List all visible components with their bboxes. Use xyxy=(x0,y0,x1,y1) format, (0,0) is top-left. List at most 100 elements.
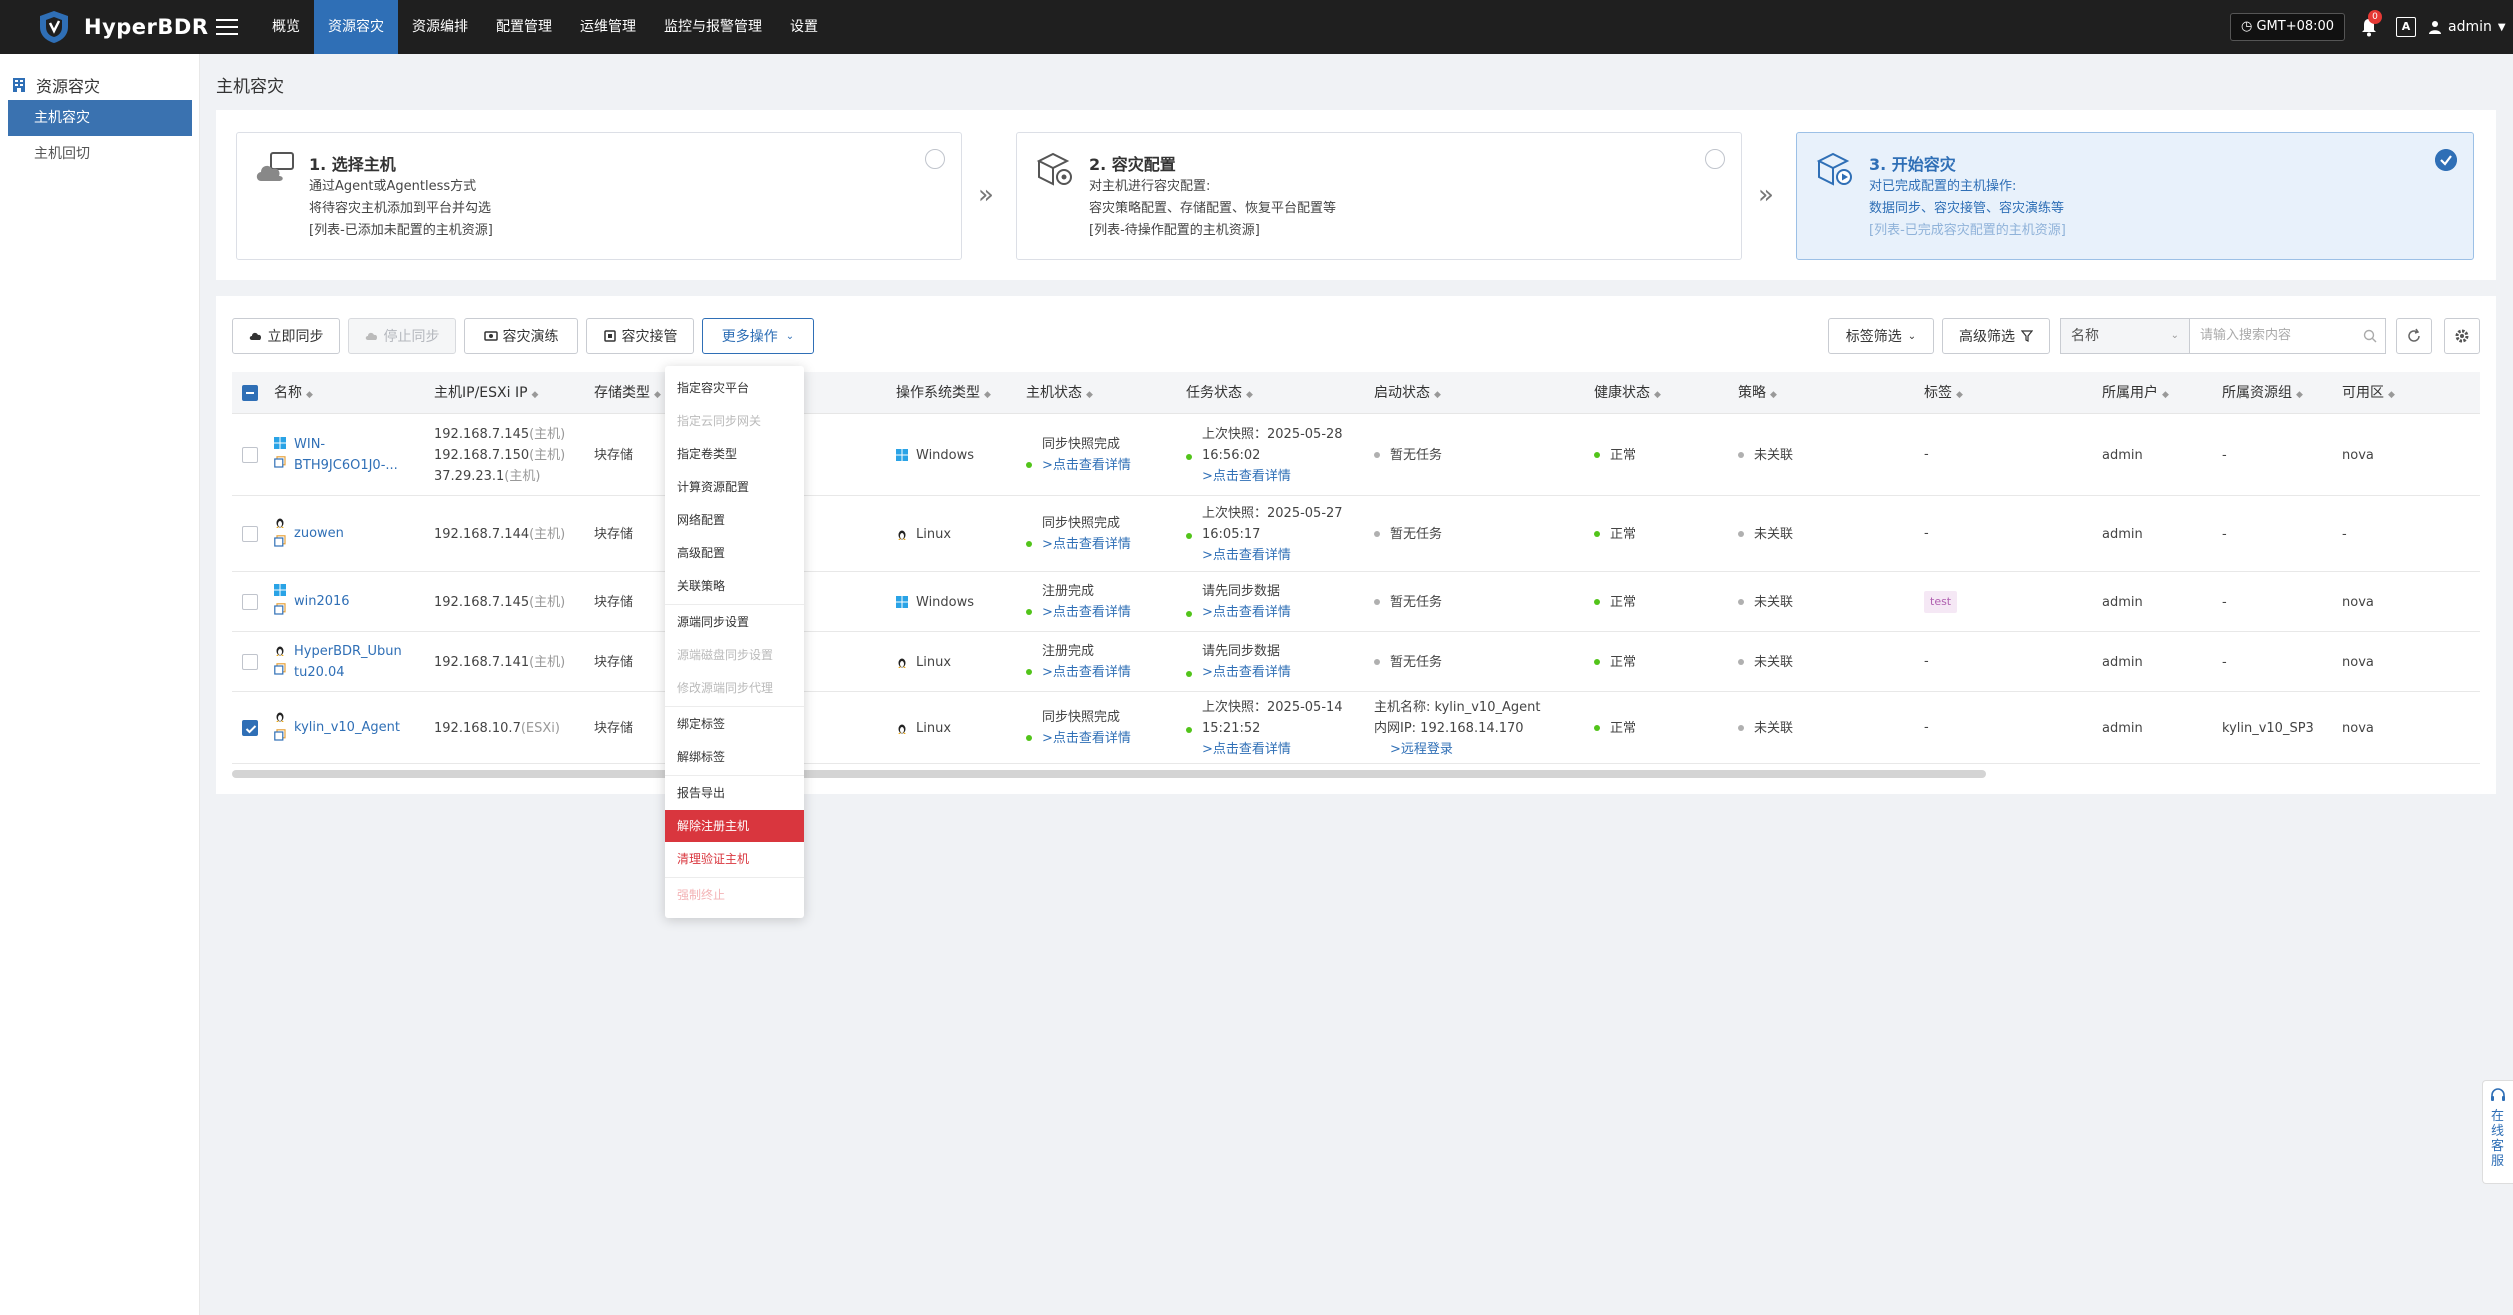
host-name-line[interactable]: WIN- xyxy=(294,434,398,455)
menu-item[interactable]: 源端磁盘同步设置 xyxy=(665,639,804,671)
host-name-line[interactable]: win2016 xyxy=(294,591,350,612)
host-status-link-text[interactable]: >点击查看详情 xyxy=(1042,605,1131,620)
tag-badge[interactable]: test xyxy=(1924,591,1958,613)
nav-settings[interactable]: 设置 xyxy=(776,0,832,54)
search-input[interactable]: 请输入搜索内容 xyxy=(2190,318,2386,354)
column-header[interactable]: 任务状态 ◆ xyxy=(1186,372,1253,414)
sidebar-item-host-failback[interactable]: 主机回切 xyxy=(8,136,192,172)
more-actions-button[interactable]: 更多操作 ⌄ xyxy=(702,318,814,354)
table-row[interactable]: zuowen 192.168.7.144(主机) 块存储 Linux 同步快照完成 >点击… xyxy=(232,496,2480,572)
menu-item[interactable]: 清理验证主机 xyxy=(665,843,804,875)
menu-item[interactable]: 修改源端同步代理 xyxy=(665,672,804,704)
menu-item[interactable]: 高级配置 xyxy=(665,537,804,569)
nav-ops-management[interactable]: 运维管理 xyxy=(566,0,650,54)
host-status-link-text[interactable]: >点击查看详情 xyxy=(1042,537,1131,552)
host-status-link-text[interactable]: >点击查看详情 xyxy=(1042,731,1131,746)
column-header[interactable]: 主机状态 ◆ xyxy=(1026,372,1093,414)
table-row[interactable]: win2016 192.168.7.145(主机) 块存储 Windows 注册完成 >点… xyxy=(232,572,2480,632)
user-menu[interactable]: admin ▼ xyxy=(2428,16,2506,38)
app-logo[interactable]: HyperBDR xyxy=(36,10,209,44)
tag-filter-button[interactable]: 标签筛选 ⌄ xyxy=(1828,318,1934,354)
table-row[interactable]: kylin_v10_Agent 192.168.10.7(ESXi) 块存储 Linu… xyxy=(232,692,2480,764)
host-name-link[interactable]: win2016 xyxy=(294,591,350,612)
search-field-select[interactable]: 名称 ⌄ xyxy=(2060,318,2190,354)
column-header[interactable]: 名称 ◆ xyxy=(274,372,313,414)
step-start-dr[interactable]: 3. 开始容灾 对已完成配置的主机操作: 数据同步、容灾接管、容灾演练等 [列表… xyxy=(1796,132,2474,260)
column-header[interactable]: 启动状态 ◆ xyxy=(1374,372,1441,414)
host-status-detail-link[interactable]: >点击查看详情 xyxy=(1026,728,1131,749)
nav-monitoring-alerts[interactable]: 监控与报警管理 xyxy=(650,0,776,54)
refresh-button[interactable] xyxy=(2396,318,2432,354)
menu-item[interactable]: 解除注册主机 xyxy=(665,810,804,842)
font-size-icon[interactable]: A xyxy=(2396,17,2416,37)
remote-login-link[interactable]: >远程登录 xyxy=(1374,739,1540,760)
menu-item[interactable]: 指定云同步网关 xyxy=(665,405,804,437)
menu-item[interactable]: 关联策略 xyxy=(665,570,804,602)
timezone-selector[interactable]: ◷ GMT+08:00 xyxy=(2230,13,2346,41)
select-all-checkbox[interactable] xyxy=(242,385,258,401)
step-select-host[interactable]: 1. 选择主机 通过Agent或Agentless方式 将待容灾主机添加到平台并… xyxy=(236,132,962,260)
menu-toggle-icon[interactable] xyxy=(214,14,240,40)
step-dr-config[interactable]: 2. 容灾配置 对主机进行容灾配置: 容灾策略配置、存储配置、恢复平台配置等 [… xyxy=(1016,132,1742,260)
horizontal-scrollbar[interactable] xyxy=(232,770,1986,778)
menu-item[interactable]: 指定容灾平台 xyxy=(665,372,804,404)
host-status-detail-link[interactable]: >点击查看详情 xyxy=(1026,602,1131,623)
column-header[interactable]: 主机IP/ESXi IP ◆ xyxy=(434,372,538,414)
host-name-line[interactable]: zuowen xyxy=(294,523,344,544)
host-status-detail-link[interactable]: >点击查看详情 xyxy=(1026,534,1131,555)
host-name-line[interactable]: BTH9JC6O1J0-... xyxy=(294,455,398,476)
column-header[interactable]: 可用区 ◆ xyxy=(2342,372,2395,414)
column-header[interactable]: 健康状态 ◆ xyxy=(1594,372,1661,414)
host-name-line[interactable]: HyperBDR_Ubun xyxy=(294,641,402,662)
task-detail-link[interactable]: >点击查看详情 xyxy=(1186,466,1343,487)
menu-item[interactable]: 解绑标签 xyxy=(665,741,804,773)
task-detail-link[interactable]: >点击查看详情 xyxy=(1186,739,1343,760)
stop-sync-button[interactable]: 停止同步 xyxy=(348,318,456,354)
menu-item[interactable]: 指定卷类型 xyxy=(665,438,804,470)
column-header[interactable]: 所属用户 ◆ xyxy=(2102,372,2169,414)
nav-resource-orchestration[interactable]: 资源编排 xyxy=(398,0,482,54)
table-settings-button[interactable] xyxy=(2444,318,2480,354)
check-circle-icon[interactable] xyxy=(2435,149,2457,171)
task-detail-link[interactable]: >点击查看详情 xyxy=(1186,602,1291,623)
sidebar-item-host-dr[interactable]: 主机容灾 xyxy=(8,100,192,136)
nav-overview[interactable]: 概览 xyxy=(258,0,314,54)
dr-drill-button[interactable]: 容灾演练 xyxy=(464,318,578,354)
task-detail-link[interactable]: >点击查看详情 xyxy=(1186,545,1343,566)
row-checkbox[interactable] xyxy=(242,720,258,736)
row-checkbox[interactable] xyxy=(242,594,258,610)
menu-item[interactable]: 强制终止 xyxy=(665,879,804,911)
host-status-link-text[interactable]: >点击查看详情 xyxy=(1042,665,1131,680)
step-radio[interactable] xyxy=(925,149,945,169)
menu-item[interactable]: 报告导出 xyxy=(665,777,804,809)
nav-resource-dr[interactable]: 资源容灾 xyxy=(314,0,398,54)
table-row[interactable]: HyperBDR_Ubun tu20.04 192.168.7.141(主机) 块存储… xyxy=(232,632,2480,692)
column-header[interactable]: 操作系统类型 ◆ xyxy=(896,372,991,414)
task-detail-link[interactable]: >点击查看详情 xyxy=(1186,662,1291,683)
row-checkbox[interactable] xyxy=(242,526,258,542)
host-status-detail-link[interactable]: >点击查看详情 xyxy=(1026,455,1131,476)
menu-item[interactable]: 计算资源配置 xyxy=(665,471,804,503)
advanced-filter-button[interactable]: 高级筛选 xyxy=(1942,318,2050,354)
sync-now-button[interactable]: 立即同步 xyxy=(232,318,340,354)
column-header[interactable]: 标签 ◆ xyxy=(1924,372,1963,414)
host-name-line[interactable]: tu20.04 xyxy=(294,662,402,683)
host-name-link[interactable]: kylin_v10_Agent xyxy=(294,717,400,738)
host-name-link[interactable]: zuowen xyxy=(294,523,344,544)
table-row[interactable]: WIN- BTH9JC6O1J0-... 192.168.7.145(主机) 192.… xyxy=(232,414,2480,496)
menu-item[interactable]: 网络配置 xyxy=(665,504,804,536)
host-status-detail-link[interactable]: >点击查看详情 xyxy=(1026,662,1131,683)
online-service-button[interactable]: 在线客服 xyxy=(2482,1080,2513,1184)
host-name-link[interactable]: WIN- BTH9JC6O1J0-... xyxy=(294,434,398,476)
row-checkbox[interactable] xyxy=(242,447,258,463)
dr-takeover-button[interactable]: 容灾接管 xyxy=(586,318,694,354)
column-header[interactable]: 所属资源组 ◆ xyxy=(2222,372,2303,414)
menu-item[interactable]: 绑定标签 xyxy=(665,708,804,740)
column-header[interactable]: 存储类型 ◆ xyxy=(594,372,661,414)
host-name-line[interactable]: kylin_v10_Agent xyxy=(294,717,400,738)
row-checkbox[interactable] xyxy=(242,654,258,670)
menu-item[interactable]: 源端同步设置 xyxy=(665,606,804,638)
step-radio[interactable] xyxy=(1705,149,1725,169)
column-header[interactable]: 策略 ◆ xyxy=(1738,372,1777,414)
host-name-link[interactable]: HyperBDR_Ubun tu20.04 xyxy=(294,641,402,683)
